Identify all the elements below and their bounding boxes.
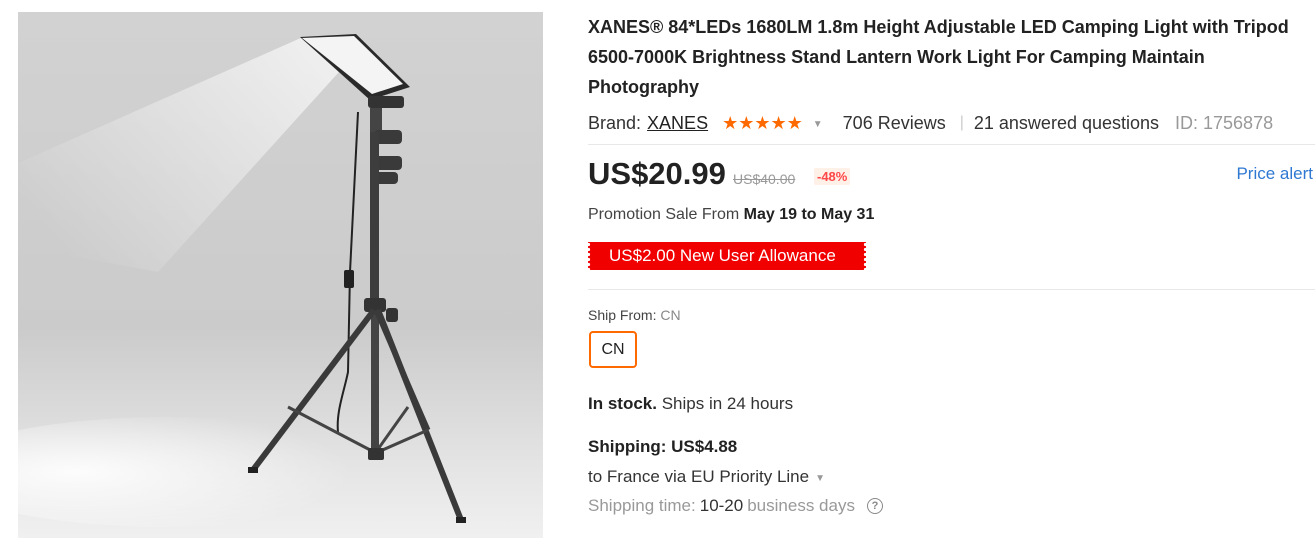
answered-questions-link[interactable]: 21 answered questions xyxy=(974,113,1159,134)
rating-dropdown-chevron-icon[interactable]: ▼ xyxy=(813,119,823,130)
reviews-link[interactable]: 706 Reviews xyxy=(843,113,946,134)
brand-label: Brand: xyxy=(588,112,642,133)
ship-from-value: CN xyxy=(660,307,681,323)
stock-status: In stock. Ships in 24 hours xyxy=(588,394,793,414)
stock-status-label: In stock. xyxy=(588,394,657,413)
ship-from-label: Ship From: CN xyxy=(588,307,681,323)
promotion-dates: May 19 to May 31 xyxy=(743,206,875,223)
brand-rating-row: Brand: XANES ★★★★★ ▼ 706 Reviews | 21 an… xyxy=(588,110,1315,136)
promotion-label: Promotion Sale From xyxy=(588,206,740,223)
product-photo xyxy=(18,34,466,527)
product-title: XANES® 84*LEDs 1680LM 1.8m Height Adjust… xyxy=(588,17,1289,97)
shipping-destination: to France via EU Priority Line xyxy=(588,467,810,486)
new-user-allowance-coupon[interactable]: US$2.00 New User Allowance xyxy=(586,242,868,270)
divider xyxy=(588,289,1315,290)
rating-stars-icon[interactable]: ★★★★★ xyxy=(722,113,803,134)
divider: | xyxy=(959,114,964,131)
current-price: US$20.99 xyxy=(588,156,726,191)
divider xyxy=(588,144,1315,145)
original-price: US$40.00 xyxy=(733,171,796,187)
chevron-down-icon: ▼ xyxy=(815,473,825,484)
price-row: US$20.99 US$40.00 -48% Price alert xyxy=(588,156,1315,196)
shipping-method-selector[interactable]: to France via EU Priority Line ▼ xyxy=(588,467,825,487)
shipping-cost: Shipping: US$4.88 xyxy=(588,437,738,456)
brand-link[interactable]: XANES xyxy=(647,113,708,134)
shipping-time-value: 10-20 xyxy=(699,496,744,515)
shipping-time: Shipping time: 10-20 business days ? xyxy=(588,496,883,516)
shipping-time-unit: business days xyxy=(747,496,855,515)
promotion-text: Promotion Sale From May 19 to May 31 xyxy=(588,206,874,224)
shipping-time-label: Shipping time: xyxy=(588,496,696,515)
ship-from-title: Ship From: xyxy=(588,307,657,323)
product-image[interactable] xyxy=(18,12,543,538)
ship-from-option-cn[interactable]: CN xyxy=(589,331,637,368)
discount-badge: -48% xyxy=(814,168,851,185)
product-id: ID: 1756878 xyxy=(1175,112,1274,133)
help-question-icon[interactable]: ? xyxy=(866,498,883,514)
price-alert-link[interactable]: Price alert xyxy=(1236,164,1313,184)
stock-ships-info: Ships in 24 hours xyxy=(661,394,794,413)
